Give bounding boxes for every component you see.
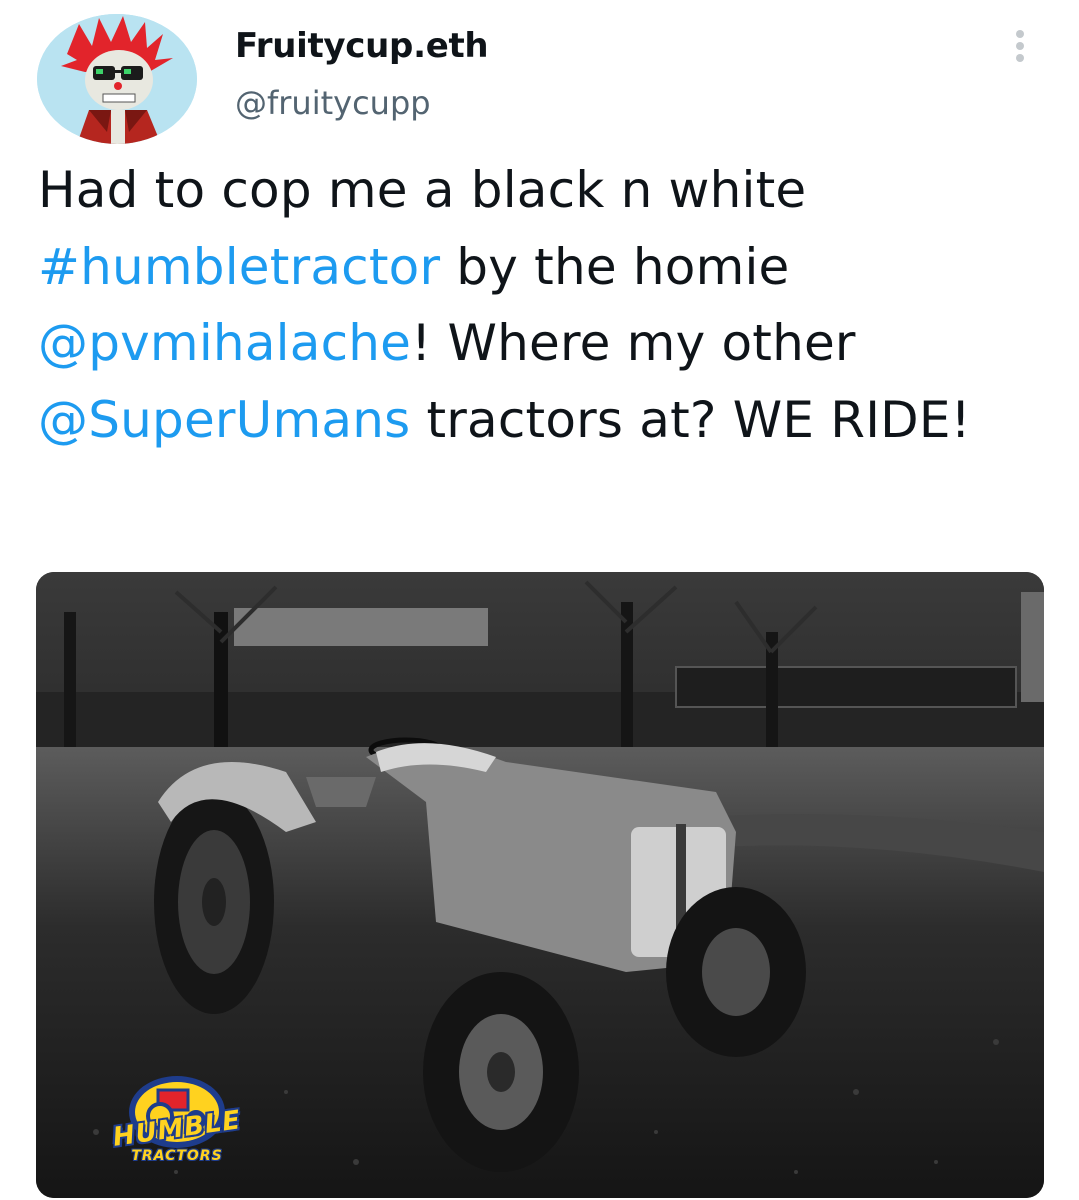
humble-tractors-logo: HUMBLE TRACTORS <box>92 1060 262 1180</box>
hashtag-link[interactable]: #humbletractor <box>38 238 440 296</box>
tweet-text: Had to cop me a black n white #humbletra… <box>38 152 1048 458</box>
tweet-text-segment: ! Where my other <box>411 314 856 372</box>
display-name[interactable]: Fruitycup.eth <box>235 26 489 66</box>
tweet-text-segment: tractors at? WE RIDE! <box>410 390 971 449</box>
cartoon-character-avatar-icon <box>37 14 197 144</box>
tweet-text-segment: by the homie <box>440 237 790 296</box>
mention-link[interactable]: @pvmihalache <box>38 314 411 372</box>
tweet-card: Fruitycup.eth @fruitycupp Had to cop me … <box>0 0 1079 1200</box>
avatar[interactable] <box>37 14 197 144</box>
mention-link[interactable]: @SuperUmans <box>38 391 410 449</box>
tweet-media-image[interactable]: HUMBLE TRACTORS <box>36 572 1044 1198</box>
more-options-button[interactable] <box>1006 26 1034 66</box>
logo-text-tractors: TRACTORS <box>131 1148 223 1164</box>
more-vertical-icon <box>1016 30 1024 38</box>
tweet-text-segment: Had to cop me a black n white <box>38 161 807 219</box>
user-handle[interactable]: @fruitycupp <box>235 84 431 122</box>
